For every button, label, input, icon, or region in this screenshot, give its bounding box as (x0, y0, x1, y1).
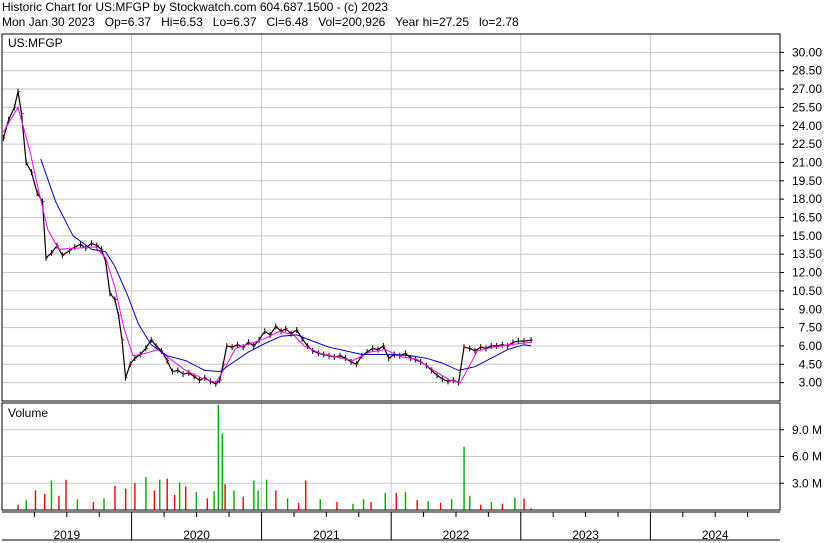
volume-bar (58, 495, 60, 510)
price-grid (2, 34, 780, 401)
volume-bar (65, 479, 67, 510)
volume-bar (242, 496, 244, 510)
price-y-tick-label: 25.50 (792, 100, 822, 114)
volume-y-tick-label: 3.0 M (792, 476, 822, 490)
volume-bar (92, 501, 95, 510)
price-y-tick-label: 21.00 (792, 155, 822, 169)
volume-bar (257, 490, 259, 510)
volume-bar (395, 493, 397, 510)
volume-bar (173, 494, 176, 510)
volume-bar (178, 482, 181, 510)
price-panel-title: US:MFGP (8, 36, 63, 50)
volume-bar (305, 480, 307, 510)
volume-grid (2, 403, 780, 510)
series-line-ma_short (2, 106, 532, 384)
volume-bar (224, 484, 226, 510)
volume-bar (124, 488, 127, 510)
volume-bar (253, 480, 255, 510)
volume-bar (44, 493, 46, 510)
volume-bar (195, 492, 198, 510)
volume-bar (265, 479, 268, 510)
volume-bar (490, 501, 493, 510)
price-y-tick-label: 15.00 (792, 229, 822, 243)
volume-bar (370, 501, 372, 510)
x-tick-label-2022: 2022 (443, 528, 470, 542)
volume-bar (469, 495, 471, 510)
price-y-tick-label: 12.00 (792, 266, 822, 280)
volume-bar (153, 490, 156, 510)
price-y-tick-label: 18.00 (792, 192, 822, 206)
volume-bar (25, 500, 27, 510)
chart-frames (1, 33, 784, 541)
price-y-tick-label: 13.50 (792, 247, 822, 261)
volume-bar (145, 477, 147, 510)
price-y-tick-label: 16.50 (792, 211, 822, 225)
price-y-tick-label: 10.50 (792, 284, 822, 298)
volume-bar (450, 499, 453, 510)
x-tick-label-2020: 2020 (183, 528, 210, 542)
price-y-tick-label: 4.50 (799, 357, 823, 371)
series-line-ma_long (40, 158, 532, 373)
volume-bar (439, 502, 442, 510)
volume-bar (514, 497, 516, 510)
volume-bar (523, 498, 525, 510)
volume-bar (427, 501, 429, 510)
volume-bar (17, 504, 19, 510)
volume-bar (50, 480, 53, 510)
price-y-tick-label: 19.50 (792, 174, 822, 188)
x-tick-label-2021: 2021 (313, 528, 340, 542)
volume-bar (275, 490, 277, 510)
volume-bar (384, 493, 386, 510)
volume-bar (480, 504, 482, 510)
volume-bar (213, 491, 215, 510)
volume-bar (114, 485, 116, 510)
price-series (2, 88, 534, 387)
volume-bar (206, 498, 209, 510)
volume-bar (501, 503, 504, 510)
volume-bar (217, 404, 220, 510)
series-line-price (2, 91, 532, 385)
volume-bar (76, 499, 79, 510)
volume-bars (17, 404, 532, 510)
volume-bar (134, 483, 136, 510)
chart-labels: 2019 2020 2021 2022 2023 2024 30.00 28.50 27.00 2… (8, 36, 822, 542)
price-y-tick-label: 9.00 (799, 302, 823, 316)
price-y-tick-label: 24.00 (792, 119, 822, 133)
x-tick-label-2023: 2023 (572, 528, 599, 542)
volume-bar (103, 498, 105, 510)
volume-bar (286, 498, 289, 510)
volume-bar (352, 503, 354, 510)
volume-bar (416, 500, 418, 510)
price-y-tick-label: 6.00 (799, 339, 823, 353)
stock-chart: 2019 2020 2021 2022 2023 2024 30.00 28.50 27.00 2… (1, 33, 822, 542)
volume-bar (184, 486, 187, 510)
volume-bar (319, 499, 321, 510)
volume-y-tick-label: 9.0 M (792, 423, 822, 437)
x-tick-label-2019: 2019 (53, 528, 80, 542)
volume-panel-title: Volume (8, 406, 48, 420)
volume-bar (297, 502, 300, 510)
volume-bar (404, 492, 407, 510)
price-y-tick-label: 30.00 (792, 45, 822, 59)
price-y-tick-label: 28.50 (792, 64, 822, 78)
volume-bar (159, 479, 161, 510)
price-y-tick-label: 27.00 (792, 82, 822, 96)
volume-bar (34, 490, 37, 510)
volume-bar (362, 499, 365, 510)
price-y-tick-label: 22.50 (792, 137, 822, 151)
volume-bar (166, 478, 168, 510)
price-y-tick-label: 7.50 (799, 321, 823, 335)
volume-bar (336, 501, 338, 510)
volume-bar (233, 490, 235, 510)
x-tick-label-2024: 2024 (702, 528, 729, 542)
volume-y-tick-label: 6.0 M (792, 450, 822, 464)
volume-bar (463, 446, 465, 510)
volume-bar (221, 433, 223, 510)
price-y-tick-label: 3.00 (799, 376, 823, 390)
